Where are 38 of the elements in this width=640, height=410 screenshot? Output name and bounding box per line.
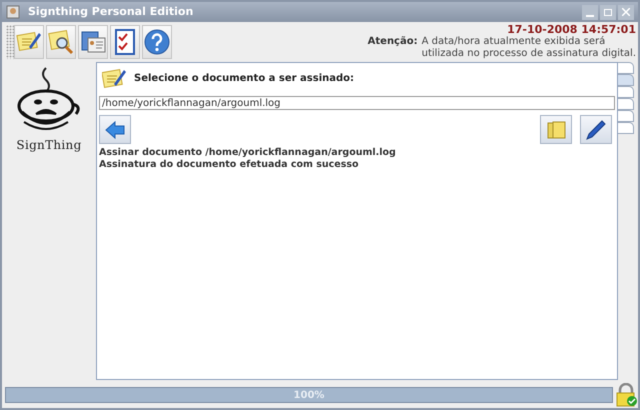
side-tab[interactable] (618, 110, 634, 122)
side-tab[interactable] (618, 122, 634, 134)
prompt-label: Selecione o documento a ser assinado: (134, 72, 354, 86)
pen-icon (585, 118, 607, 140)
notepad-magnifier-button[interactable] (46, 25, 76, 59)
date-time: 17-10-2008 14:57:01 (507, 23, 636, 36)
notepad-magnifier-icon (47, 28, 75, 56)
open-folder-button[interactable] (540, 115, 572, 144)
progress-text: 100% (292, 388, 326, 402)
folder-icon (546, 120, 566, 140)
id-cards-button[interactable] (78, 25, 108, 59)
window-title: Signthing Personal Edition (28, 4, 194, 20)
minimize-icon (586, 14, 594, 16)
side-tab[interactable] (618, 98, 634, 110)
file-path-field[interactable]: /home/yorickflannagan/argouml.log (99, 96, 615, 110)
notepad-pen-button[interactable] (14, 25, 44, 59)
side-tab[interactable] (618, 74, 634, 86)
toolbar-grip[interactable] (6, 25, 14, 59)
help-icon (143, 28, 171, 56)
lock-check-icon (614, 383, 638, 407)
logo-text: SignThing (16, 137, 82, 154)
help-button[interactable] (142, 25, 172, 59)
notice-label: Atenção: (368, 36, 418, 49)
back-button[interactable] (99, 115, 131, 144)
close-icon (622, 8, 630, 16)
arrow-left-icon (105, 120, 125, 138)
log-line: Assinatura do documento efetuada com sucesso (99, 159, 360, 171)
side-tab[interactable] (618, 62, 634, 74)
log-line: Assinar documento /home/yorickflannagan/argouml.log (99, 147, 397, 159)
checklist-button[interactable] (110, 25, 140, 59)
notice-text: A data/hora atualmente exibida será (422, 36, 606, 48)
minimize-button[interactable] (582, 4, 598, 20)
maximize-button[interactable] (600, 4, 616, 20)
sign-button[interactable] (580, 115, 612, 144)
notice-text: utilizada no processo de assinatura digital. (422, 48, 636, 60)
app-icon (6, 5, 20, 19)
close-button[interactable] (618, 4, 634, 20)
side-tab[interactable] (618, 86, 634, 98)
